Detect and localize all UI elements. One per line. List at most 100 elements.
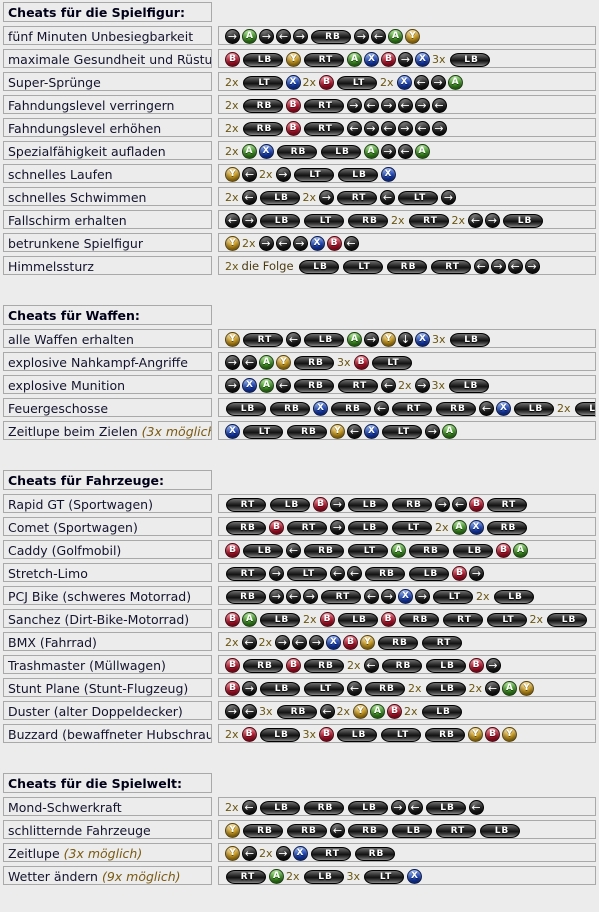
button-x-icon: X [407,869,423,884]
dpad-right-icon: → [380,144,396,159]
dpad-left-icon: ← [330,566,345,581]
shoulder-lb-icon: LB [226,401,266,416]
shoulder-rb-icon: RB [398,612,439,627]
shoulder-lb-icon: LB [259,727,300,742]
dpad-left-icon: ← [371,29,386,44]
multiplier: 3x [337,356,351,369]
shoulder-lb-icon: LB [493,589,534,604]
cheat-sequence-cell: 2x B LB 3x B LB LT RB Y B Y [218,724,596,743]
cheat-name: Zeitlupe [8,846,60,861]
dpad-left-icon: ← [473,259,489,274]
dpad-left-icon: ← [374,401,389,416]
button-a-icon: A [347,52,362,67]
cheat-name: schnelles Laufen [8,167,113,182]
cheat-sequence-cell: RT → LT ← ← RB LB B → [218,563,596,582]
cheat-name: fünf Minuten Unbesiegbarkeit [8,29,194,44]
cheat-name-cell: Stretch-Limo [3,563,212,582]
button-x-icon: X [285,75,301,90]
table-row: explosive Nahkampf-Angriffe → ← A Y RB 3x B LT [0,350,599,373]
dpad-right-icon: → [225,355,240,370]
multiplier: 2x [398,379,412,392]
dpad-left-icon: ← [363,98,379,113]
dpad-left-icon: ← [241,190,257,205]
multiplier: 2x [225,76,239,89]
shoulder-lb-icon: LB [259,190,300,205]
multiplier: 2x [435,521,449,534]
shoulder-rt-icon: RT [303,121,344,136]
dpad-left-icon: ← [286,589,301,604]
dpad-right-icon: → [414,378,430,393]
shoulder-rb-icon: RB [348,213,388,228]
button-y-icon: Y [276,355,291,370]
cheat-sequence-cell: 2x ← 2x → ← → X B Y RB RT [218,632,596,651]
dpad-left-icon: ← [347,566,362,581]
button-x-icon: X [313,401,328,416]
shoulder-lb-icon: LB [453,543,493,558]
button-y-icon: Y [360,635,376,650]
dpad-left-icon: ← [452,497,467,512]
button-b-icon: B [269,520,284,535]
cheat-name: Feuergeschosse [8,401,109,416]
shoulder-rt-icon: RT [442,612,483,627]
cheat-name-cell: fünf Minuten Unbesiegbarkeit [3,26,212,45]
dpad-left-icon: ← [431,98,447,113]
cheat-name: maximale Gesundheit und Rüstung [8,52,212,67]
cheat-sequence-cell: B A LB 2x B LB B RB RT LT 2x LB [218,609,596,628]
button-b-icon: B [285,98,301,113]
dpad-left-icon: ← [346,121,362,136]
multiplier: 2x [408,682,422,695]
table-row: Zeitlupe (3x möglich) Y ← 2x → X RT RB [0,841,599,864]
table-row: Duster (alter Doppeldecker) → ← 3x RB ← 2x Y A B 2… [0,699,599,722]
button-b-icon: B [225,681,240,696]
cheat-name-cell: PCJ Bike (schweres Motorrad) [3,586,212,605]
button-x-icon: X [326,635,342,650]
shoulder-lb-icon: LB [337,727,378,742]
dpad-left-icon: ← [347,681,362,696]
dpad-right-icon: → [435,497,450,512]
cheat-sequence-cell: 2x A X RB LB A → ← A [218,141,596,160]
dpad-left-icon: ← [414,121,430,136]
shoulder-lt-icon: LT [348,543,388,558]
cheat-name: Duster (alter Doppeldecker) [8,704,183,719]
cheat-name: Stunt Plane (Stunt-Flugzeug) [8,681,189,696]
cheat-sequence-cell: → ← 3x RB ← 2x Y A B 2x LB [218,701,596,720]
shoulder-rb-icon: RB [303,800,344,815]
button-y-icon: Y [225,846,240,861]
section-heading: Cheats für Waffen: [3,305,212,325]
dpad-right-icon: → [490,259,506,274]
multiplier: 2x [476,590,490,603]
shoulder-rt-icon: RT [321,589,361,604]
shoulder-rt-icon: RT [303,98,344,113]
cheat-name-cell: Zeitlupe (3x möglich) [3,843,212,862]
table-row: Caddy (Golfmobil) B LB ← RB LT A RB LB B A [0,538,599,561]
dpad-right-icon: → [269,589,284,604]
cheat-name: Mond-Schwerkraft [8,800,122,815]
multiplier: 2x [225,801,239,814]
table-row: fünf Minuten Unbesiegbarkeit → A → ← → RB → ← A Y [0,24,599,47]
button-y-icon: Y [353,704,369,719]
shoulder-rb-icon: RB [392,497,432,512]
shoulder-lt-icon: LT [486,612,527,627]
table-row: Rapid GT (Sportwagen) RT LB B → LB RB → ← B RT [0,492,599,515]
dpad-left-icon: ← [286,332,301,347]
shoulder-lt-icon: LT [287,566,327,581]
dpad-left-icon: ← [468,213,484,228]
button-b-icon: B [319,612,335,627]
multiplier: 2x [336,705,351,718]
multiplier: 2x [258,636,273,649]
shoulder-rt-icon: RT [487,497,527,512]
button-b-icon: B [225,612,240,627]
cheat-name-cell: Trashmaster (Müllwagen) [3,655,212,674]
dpad-left-icon: ← [276,29,291,44]
button-b-icon: B [313,497,328,512]
shoulder-rb-icon: RB [304,658,344,673]
shoulder-rb-icon: RB [409,543,449,558]
dpad-right-icon: → [303,589,318,604]
button-x-icon: X [364,424,379,439]
dpad-right-icon: → [431,121,447,136]
dpad-left-icon: ← [319,704,335,719]
cheat-sequence-cell: 2x ← LB 2x → RT ← LT → [218,187,596,206]
cheat-sequence-cell: RB B RT → LB LT 2x A X RB [218,517,596,536]
dpad-left-icon: ← [479,401,494,416]
table-row: schnelles Schwimmen 2x ← LB 2x → RT ← LT → [0,185,599,208]
